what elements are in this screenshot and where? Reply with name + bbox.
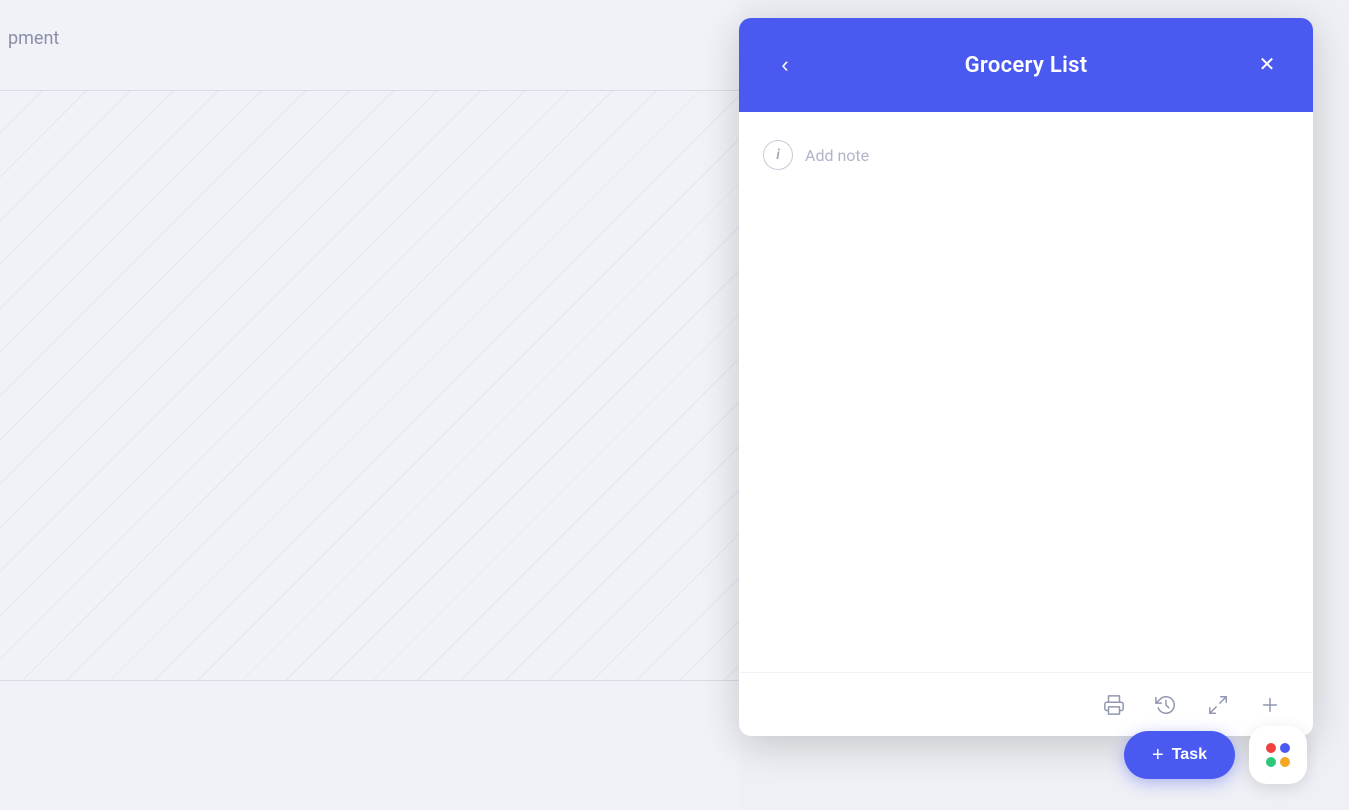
print-button[interactable] xyxy=(1099,690,1129,720)
dot-blue xyxy=(1280,743,1290,753)
expand-icon xyxy=(1207,694,1229,716)
panel-title: Grocery List xyxy=(965,53,1088,78)
back-button[interactable]: ‹ xyxy=(767,47,803,83)
add-task-plus-icon: + xyxy=(1152,745,1164,765)
italic-icon[interactable]: i xyxy=(763,140,793,170)
apps-grid-icon xyxy=(1266,743,1290,767)
panel-body: i Add note xyxy=(739,112,1313,672)
add-task-button[interactable]: + Task xyxy=(1124,731,1235,779)
print-icon xyxy=(1103,694,1125,716)
background-panel: pment xyxy=(0,0,740,810)
background-texture xyxy=(0,90,740,680)
divider-bottom xyxy=(0,680,740,681)
plus-icon xyxy=(1259,694,1281,716)
history-icon xyxy=(1155,694,1177,716)
close-icon: ✕ xyxy=(1259,55,1276,75)
dot-yellow xyxy=(1280,757,1290,767)
floating-buttons: + Task xyxy=(1124,726,1307,784)
apps-button[interactable] xyxy=(1249,726,1307,784)
close-button[interactable]: ✕ xyxy=(1249,47,1285,83)
panel-header: ‹ Grocery List ✕ xyxy=(739,18,1313,112)
add-note-row[interactable]: i Add note xyxy=(763,132,1289,178)
chevron-left-icon: ‹ xyxy=(781,54,788,76)
add-note-placeholder: Add note xyxy=(805,146,869,165)
dot-red xyxy=(1266,743,1276,753)
background-text: pment xyxy=(8,28,59,49)
dot-green xyxy=(1266,757,1276,767)
italic-letter: i xyxy=(776,147,780,163)
history-button[interactable] xyxy=(1151,690,1181,720)
add-task-label: Task xyxy=(1172,746,1207,764)
expand-button[interactable] xyxy=(1203,690,1233,720)
grocery-list-panel: ‹ Grocery List ✕ i Add note xyxy=(739,18,1313,736)
add-item-button[interactable] xyxy=(1255,690,1285,720)
